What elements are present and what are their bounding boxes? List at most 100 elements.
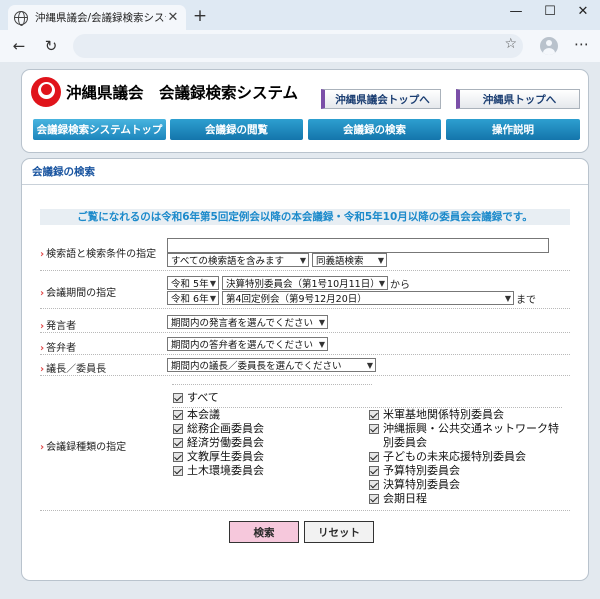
checkbox-type[interactable]: 経済労働委員会 [173,436,264,450]
chevron-down-icon: ▼ [209,279,216,288]
checkbox-type[interactable]: 本会議 [173,408,220,422]
minimize-button[interactable]: — [501,4,531,19]
checkbox-label: 文教厚生委員会 [187,450,264,463]
checkbox-label: 総務企画委員会 [187,422,264,435]
chevron-down-icon: ▼ [299,256,306,265]
checkbox-checked-icon[interactable] [173,466,183,476]
answerer-value: 期間内の答弁者を選んでください [171,340,314,351]
checkbox-checked-icon[interactable] [369,480,379,490]
assembly-logo-icon [31,77,61,107]
checkbox-type[interactable]: 米軍基地関係特別委員会 [369,408,504,422]
back-button[interactable]: ← [8,35,30,57]
menu-search[interactable]: 会議録の検索 [308,119,441,140]
synonym-value: 同義語検索 [316,256,364,267]
checkbox-type[interactable]: 決算特別委員会 [369,478,460,492]
chevron-down-icon: ▼ [378,279,385,288]
browser-menu-button[interactable]: ⋯ [574,35,589,53]
checkbox-checked-icon[interactable] [173,424,183,434]
checkbox-label: 予算特別委員会 [383,464,460,477]
checkbox-type[interactable]: 子どもの未来応援特別委員会 [369,450,526,464]
assembly-top-link[interactable]: 沖縄県議会トップへ [321,89,441,109]
checkbox-checked-icon[interactable] [369,410,379,420]
profile-avatar-icon[interactable] [540,37,558,55]
chevron-down-icon: ▼ [377,256,384,265]
from-year-select[interactable]: 令和 5年 ▼ [167,276,219,290]
checkbox-label: 決算特別委員会 [383,478,460,491]
checkbox-checked-icon[interactable] [369,424,379,434]
row-divider [40,375,570,376]
to-suffix: まで [516,295,536,306]
maximize-button[interactable]: ☐ [535,4,565,19]
synonym-select[interactable]: 同義語検索 ▼ [312,253,387,267]
tab-title: 沖縄県議会/会議録検索システム [35,12,166,24]
checkbox-checked-icon[interactable] [369,494,379,504]
row-divider [172,384,372,385]
chevron-down-icon: ▼ [318,318,325,327]
types-label: 会議録種類の指定 [40,438,126,453]
checkbox-type[interactable]: 予算特別委員会 [369,464,460,478]
checkbox-checked-icon[interactable] [369,452,379,462]
speaker-select[interactable]: 期間内の発言者を選んでください ▼ [167,315,328,329]
address-bar[interactable]: ☆ [73,34,523,58]
globe-icon [14,10,28,26]
row-divider [40,510,570,511]
search-button[interactable]: 検索 [229,521,299,543]
checkbox-label: 米軍基地関係特別委員会 [383,408,504,421]
checkbox-label: 会期日程 [383,492,427,505]
section-title: 会議録の検索 [22,159,588,185]
checkbox-checked-icon[interactable] [173,438,183,448]
checkbox-type[interactable]: 会期日程 [369,492,427,506]
keyword-condition-value: すべての検索語を含みます [171,256,284,267]
row-divider [40,332,570,333]
to-session-value: 第4回定例会（第9号12月20日） [226,294,367,305]
period-label: 会議期間の指定 [40,284,116,299]
from-session-value: 決算特別委員会（第1号10月11日） [226,279,380,290]
menu-browse[interactable]: 会議録の閲覧 [170,119,303,140]
chair-value: 期間内の議長／委員長を選んでください [171,361,342,372]
speaker-value: 期間内の発言者を選んでください [171,318,314,329]
keyword-input[interactable] [167,238,549,253]
new-tab-button[interactable]: + [190,6,210,26]
checkbox-all[interactable]: すべて [173,391,219,405]
checkbox-label: すべて [187,391,219,404]
checkbox-type[interactable]: 総務企画委員会 [173,422,264,436]
checkbox-checked-icon[interactable] [369,466,379,476]
page-viewport: 沖縄県議会 会議録検索システム 沖縄県議会トップへ 沖縄県トップへ 会議録検索シ… [0,62,600,599]
checkbox-label: 本会議 [187,408,220,421]
chevron-down-icon: ▼ [209,294,216,303]
tab-close-icon[interactable]: ✕ [166,10,180,25]
tab-bar: 沖縄県議会/会議録検索システム ✕ + — ☐ ✕ [0,0,600,30]
keyword-condition-select[interactable]: すべての検索語を含みます ▼ [167,253,309,267]
row-divider [40,270,570,271]
chair-select[interactable]: 期間内の議長／委員長を選んでください ▼ [167,358,376,372]
site-header: 沖縄県議会 会議録検索システム 沖縄県議会トップへ 沖縄県トップへ 会議録検索シ… [21,69,589,153]
chevron-down-icon: ▼ [366,361,373,370]
menu-help[interactable]: 操作説明 [446,119,580,140]
from-suffix: から [390,280,410,291]
checkbox-checked-icon[interactable] [173,410,183,420]
row-divider [40,354,570,355]
to-session-select[interactable]: 第4回定例会（第9号12月20日） ▼ [222,291,514,305]
close-window-button[interactable]: ✕ [568,4,598,19]
answerer-select[interactable]: 期間内の答弁者を選んでください ▼ [167,337,328,351]
checkbox-type[interactable]: 沖縄振興・公共交通ネットワーク特別委員会 [369,422,559,450]
reset-button[interactable]: リセット [304,521,374,543]
browser-toolbar: ← ↻ ☆ [0,30,600,62]
menu-system-top[interactable]: 会議録検索システムトップ [33,119,166,140]
checkbox-type[interactable]: 文教厚生委員会 [173,450,264,464]
answerer-label: 答弁者 [40,339,76,354]
availability-notice: ご覧になれるのは令和6年第5回定例会以降の本会議録・令和5年10月以降の委員会会… [40,209,570,225]
favorite-star-icon[interactable]: ☆ [504,36,517,52]
checkbox-checked-icon[interactable] [173,393,183,403]
site-title: 沖縄県議会 会議録検索システム [66,84,299,102]
from-session-select[interactable]: 決算特別委員会（第1号10月11日） ▼ [222,276,388,290]
reload-button[interactable]: ↻ [40,35,62,57]
checkbox-checked-icon[interactable] [173,452,183,462]
to-year-select[interactable]: 令和 6年 ▼ [167,291,219,305]
keyword-label: 検索語と検索条件の指定 [40,245,156,260]
checkbox-type[interactable]: 土木環境委員会 [173,464,264,478]
checkbox-label: 沖縄振興・公共交通ネットワーク特別委員会 [383,422,559,449]
prefecture-top-link[interactable]: 沖縄県トップへ [456,89,580,109]
browser-tab[interactable]: 沖縄県議会/会議録検索システム ✕ [8,5,186,30]
checkbox-label: 経済労働委員会 [187,436,264,449]
